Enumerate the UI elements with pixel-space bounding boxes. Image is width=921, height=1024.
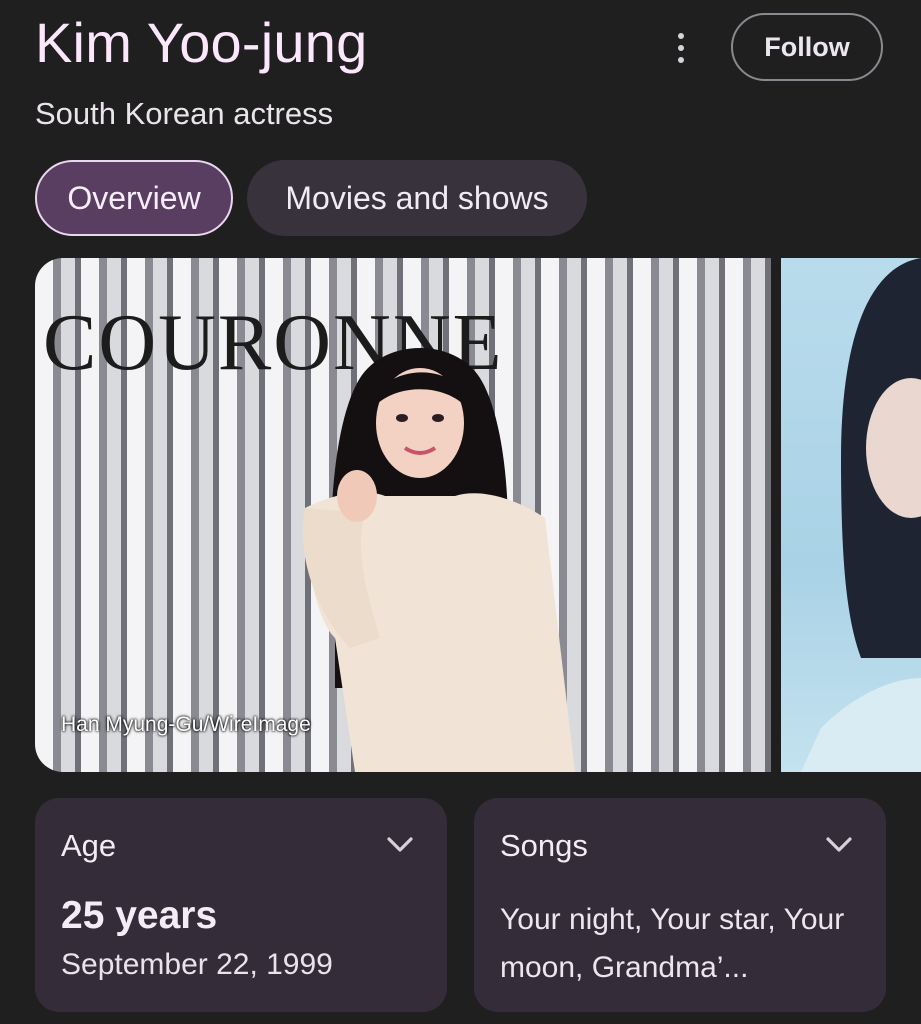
more-vert-icon[interactable] <box>664 28 698 68</box>
tab-movies-and-shows[interactable]: Movies and shows <box>247 160 587 236</box>
follow-button[interactable]: Follow <box>731 13 883 81</box>
songs-label: Songs <box>500 828 588 863</box>
tab-overview[interactable]: Overview <box>35 160 233 236</box>
chevron-down-icon[interactable] <box>387 836 413 854</box>
age-label: Age <box>61 828 117 863</box>
main-photo[interactable]: COURONNE Han Myung-Gu/WireImage <box>35 258 771 772</box>
photo-credit: Han Myung-Gu/WireImage <box>61 713 311 736</box>
age-value: 25 years <box>61 894 218 937</box>
birth-date: September 22, 1999 <box>61 948 333 981</box>
kebab-dot <box>678 45 684 51</box>
kebab-dot <box>678 57 684 63</box>
kebab-dot <box>678 33 684 39</box>
knowledge-panel: Kim Yoo-jung South Korean actress Follow… <box>0 0 921 1024</box>
next-photo[interactable] <box>781 258 921 772</box>
page-title: Kim Yoo-jung <box>35 11 368 74</box>
page-subtitle: South Korean actress <box>35 96 334 131</box>
age-card[interactable]: Age 25 years September 22, 1999 <box>35 798 447 1012</box>
songs-list: Your night, Your star, Your moon, Grandm… <box>500 903 845 984</box>
next-photo-figure <box>801 258 921 772</box>
chevron-down-icon[interactable] <box>826 836 852 854</box>
songs-card[interactable]: Songs Your night, Your star, Your moon, … <box>474 798 886 1012</box>
image-carousel[interactable]: COURONNE Han Myung-Gu/WireImage <box>35 258 921 772</box>
person-figure <box>302 348 575 772</box>
